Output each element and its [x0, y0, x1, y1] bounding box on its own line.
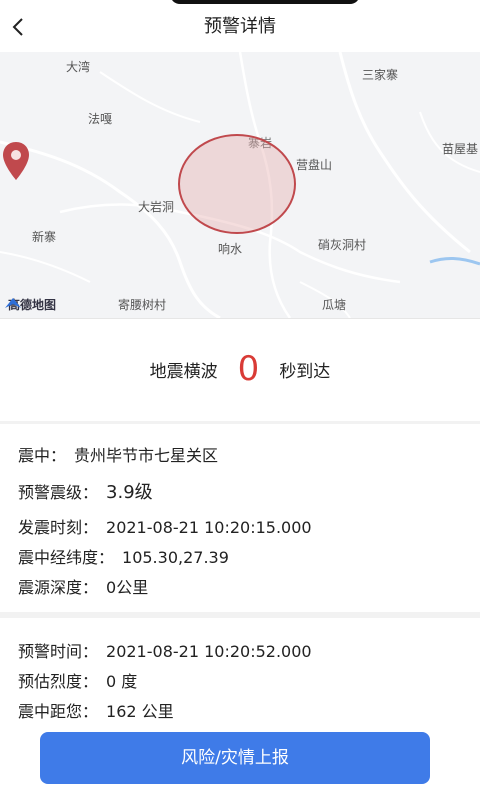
- page-title: 预警详情: [204, 16, 276, 37]
- arrival-label-after: 秒到达: [279, 361, 331, 382]
- amap-logo-icon: [5, 298, 21, 308]
- quake-time-label: 发震时刻：: [18, 518, 99, 537]
- arrival-seconds: 0: [237, 349, 260, 389]
- arrival-label-before: 地震横波: [149, 361, 218, 382]
- map-label: 苗屋基: [442, 142, 479, 156]
- depth-row: 震源深度： 0公里: [18, 574, 148, 598]
- quake-info-panel: 震中： 贵州毕节市七星关区 预警震级： 3.9级 发震时刻： 2021-08-21 1…: [0, 424, 480, 612]
- coords-value: 105.30,27.39: [122, 548, 229, 567]
- location-pin-icon: [3, 142, 29, 180]
- map-label: 营盘山: [296, 158, 333, 172]
- distance-row: 震中距您： 162 公里: [18, 698, 174, 722]
- chevron-left-icon: [12, 18, 23, 36]
- report-risk-button[interactable]: 风险/灾情上报: [40, 732, 430, 784]
- warning-time-value: 2021-08-21 10:20:52.000: [106, 642, 312, 661]
- magnitude-value: 3.9级: [106, 482, 153, 503]
- distance-value: 162 公里: [106, 702, 174, 721]
- back-button[interactable]: [6, 14, 32, 40]
- top-bar: 预警详情: [0, 0, 480, 52]
- map-label: 大岩洞: [138, 200, 175, 214]
- map-logo: 高德地图: [4, 296, 56, 312]
- distance-label: 震中距您：: [18, 702, 99, 721]
- map-label: 新寨: [32, 230, 57, 244]
- epicenter-map[interactable]: 大湾 三家寨 法嘎 营盘山 苗屋基 大岩洞 新寨 响水 硝灰洞村 寄腰树村 瓜塘…: [0, 52, 480, 318]
- intensity-label: 预估烈度：: [18, 672, 99, 691]
- epicenter-row: 震中： 贵州毕节市七星关区: [18, 442, 218, 466]
- map-label: 寄腰树村: [118, 298, 167, 312]
- warning-time-row: 预警时间： 2021-08-21 10:20:52.000: [18, 638, 312, 662]
- map-label: 瓜塘: [322, 298, 347, 312]
- quake-time-row: 发震时刻： 2021-08-21 10:20:15.000: [18, 514, 312, 538]
- map-label: 大湾: [66, 60, 91, 74]
- depth-value: 0公里: [106, 578, 149, 597]
- intensity-row: 预估烈度： 0 度: [18, 668, 137, 692]
- magnitude-label: 预警震级：: [18, 483, 99, 502]
- coords-row: 震中经纬度： 105.30,27.39: [18, 544, 229, 568]
- quake-time-value: 2021-08-21 10:20:15.000: [106, 518, 312, 537]
- magnitude-row: 预警震级： 3.9级: [18, 478, 153, 504]
- arrival-row: 地震横波 0 秒到达: [0, 347, 480, 391]
- intensity-circle: [178, 134, 296, 234]
- epicenter-label: 震中：: [18, 446, 67, 465]
- map-label: 响水: [218, 242, 243, 256]
- map-label: 硝灰洞村: [318, 238, 367, 252]
- epicenter-value: 贵州毕节市七星关区: [74, 446, 219, 465]
- arrival-panel: 地震横波 0 秒到达: [0, 318, 480, 421]
- map-label: 三家寨: [362, 68, 399, 82]
- warning-time-label: 预警时间：: [18, 642, 99, 661]
- depth-label: 震源深度：: [18, 578, 99, 597]
- map-label: 法嘎: [88, 112, 113, 126]
- coords-label: 震中经纬度：: [18, 548, 115, 567]
- intensity-value: 0 度: [106, 672, 138, 691]
